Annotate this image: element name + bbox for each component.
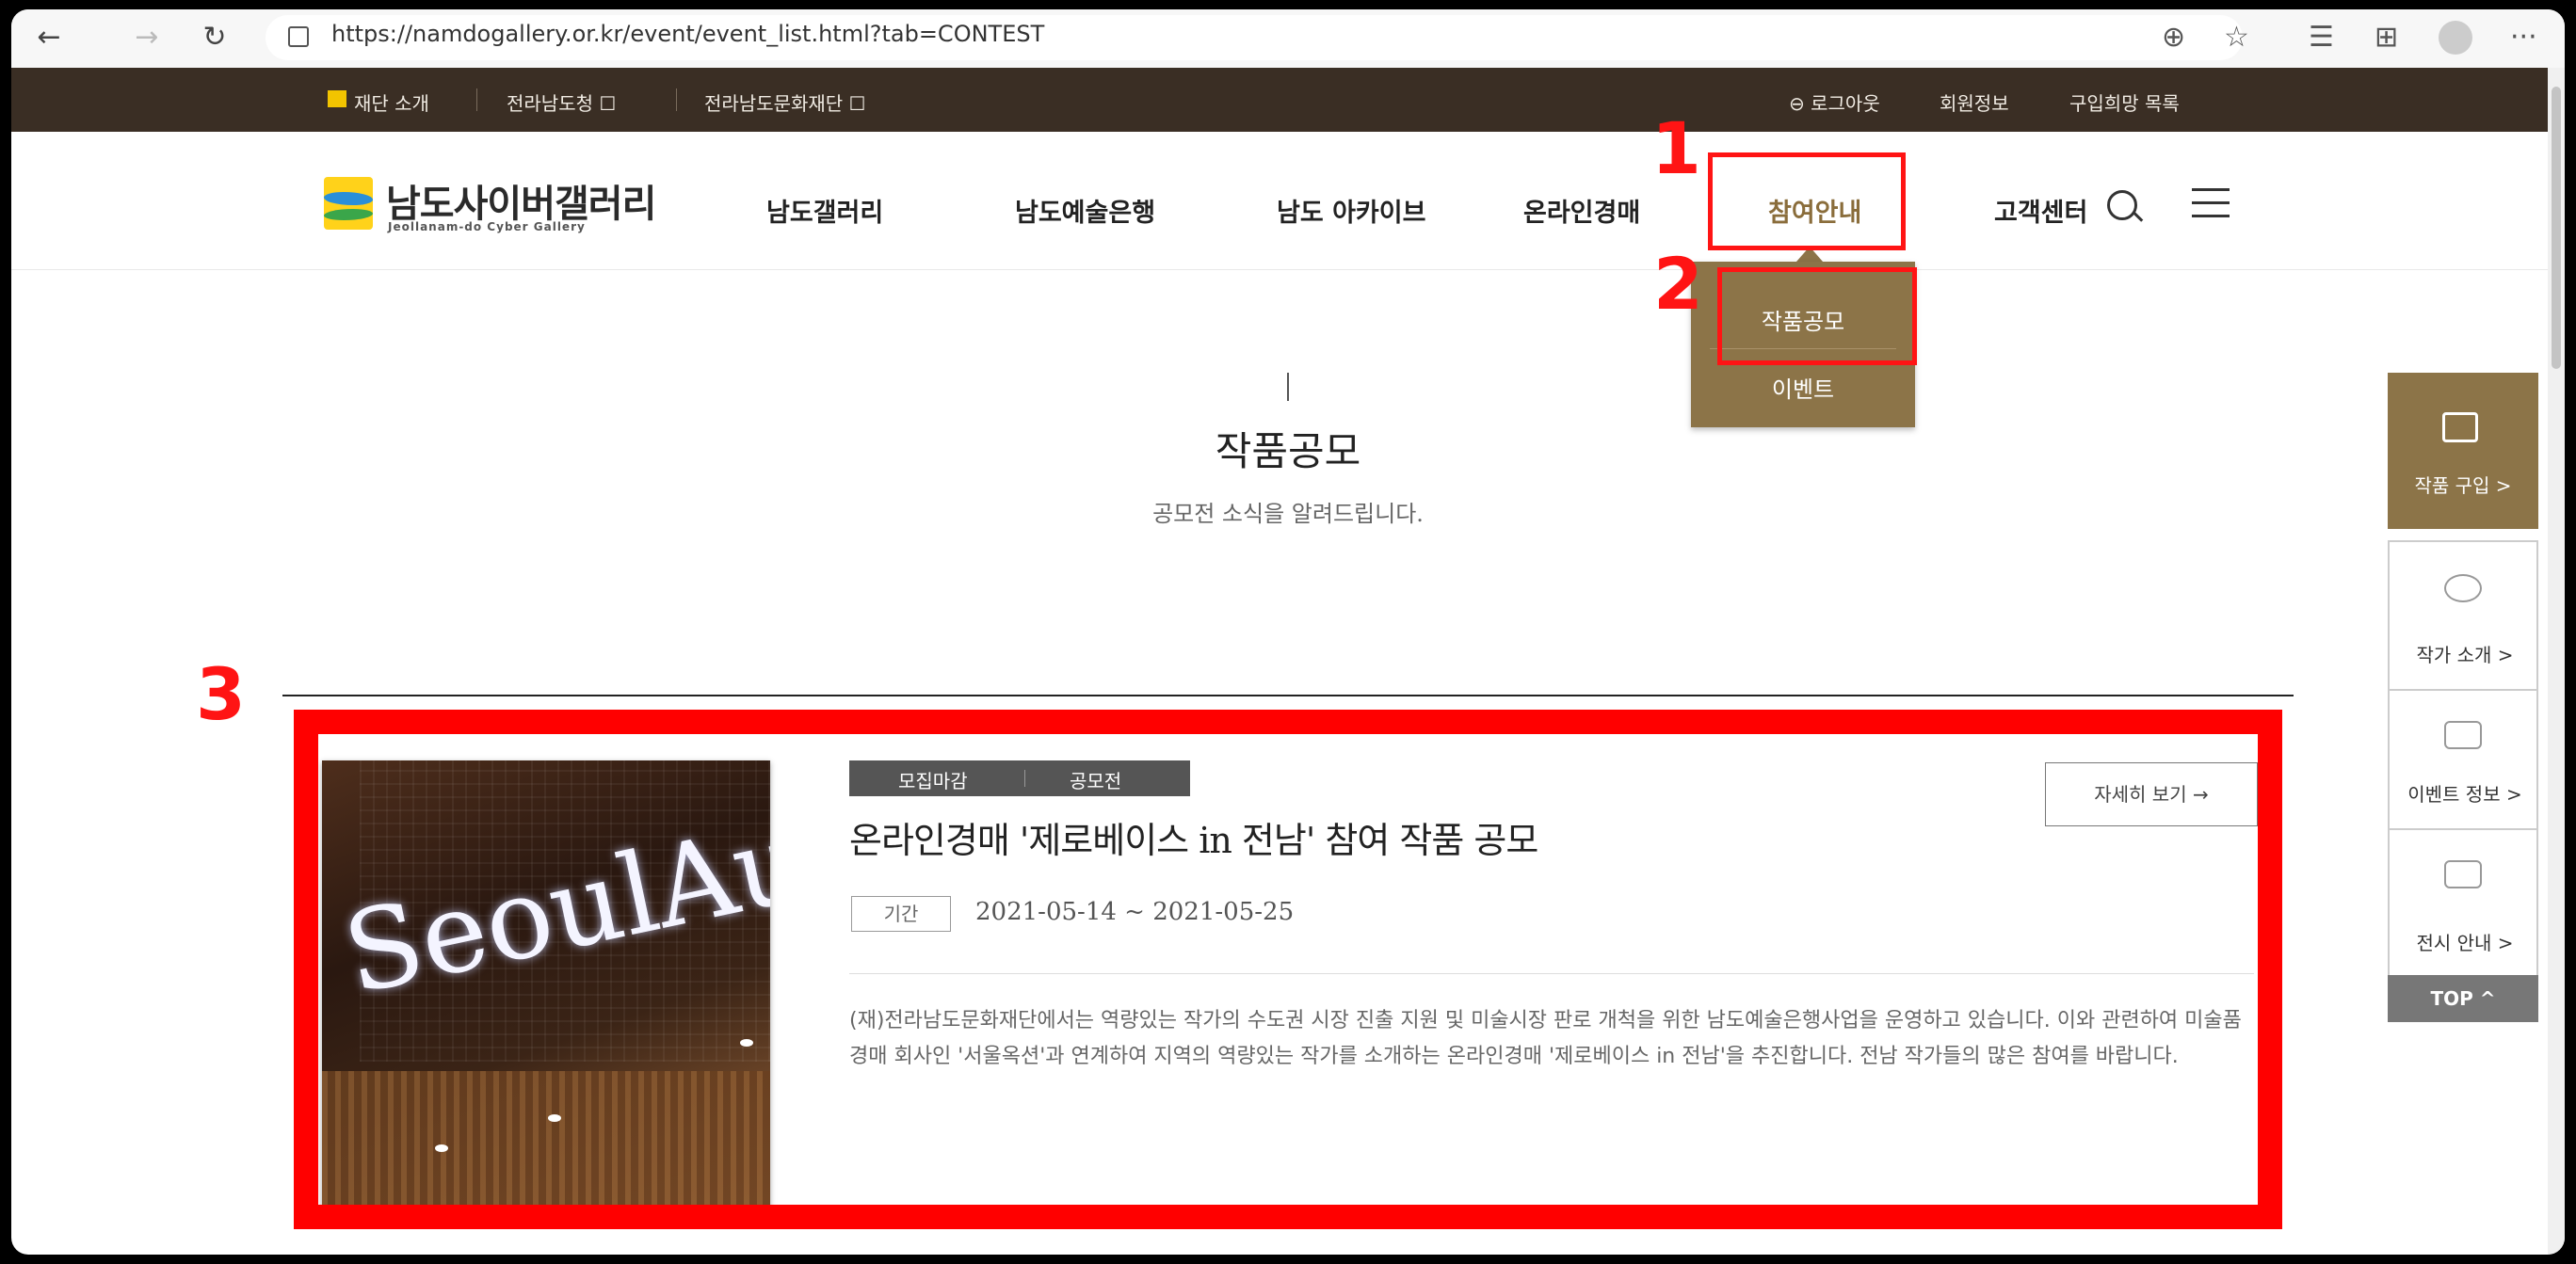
dropdown-item-event[interactable]: 이벤트: [1691, 371, 1915, 404]
nav-art-bank[interactable]: 남도예술은행: [1015, 192, 1155, 229]
member-info-link[interactable]: 회원정보: [1940, 88, 2009, 116]
screen: ← → ↻ https://namdogallery.or.kr/event/e…: [11, 9, 2565, 1255]
lock-icon: [288, 26, 309, 47]
annotation-box-2: [1717, 267, 1917, 365]
quick-buy-artwork[interactable]: 작품 구입 >: [2388, 373, 2538, 529]
megaphone-icon: [2444, 721, 2482, 749]
favorite-star-icon[interactable]: ☆: [2224, 21, 2249, 55]
nav-online-auction[interactable]: 온라인경매: [1523, 192, 1640, 229]
utility-bar: 재단 소개 전라남도청 ☐ 전라남도문화재단 ☐ ⊖ 로그아웃 회원정보 구입희…: [11, 68, 2565, 132]
page-scrollbar[interactable]: [2548, 68, 2565, 1255]
people-icon: [2444, 574, 2482, 602]
divider: [676, 88, 677, 111]
quick-event-info[interactable]: 이벤트 정보 >: [2388, 689, 2538, 830]
util-link-province[interactable]: 전라남도청 ☐: [507, 88, 616, 116]
more-icon[interactable]: ···: [2510, 21, 2537, 55]
back-icon[interactable]: ←: [30, 19, 68, 56]
logo-icon[interactable]: [324, 177, 373, 230]
util-link-foundation[interactable]: 재단 소개: [354, 88, 429, 116]
image-frame-icon: [2442, 412, 2478, 442]
favorites-icon[interactable]: ☰: [2309, 21, 2334, 55]
refresh-icon[interactable]: ↻: [196, 19, 233, 56]
hamburger-menu-icon[interactable]: [2192, 188, 2230, 220]
site-header: 남도사이버갤러리 Jeollanam-do Cyber Gallery 남도갤러…: [11, 132, 2565, 270]
exhibition-icon: [2444, 860, 2482, 888]
forward-icon[interactable]: →: [128, 19, 166, 56]
list-top-border: [282, 695, 2294, 696]
page-title: 작품공모: [1215, 428, 1361, 474]
logout-link[interactable]: ⊖ 로그아웃: [1789, 88, 1880, 116]
divider: [476, 88, 477, 111]
browser-toolbar: ← → ↻ https://namdogallery.or.kr/event/e…: [11, 9, 2565, 69]
wishlist-link[interactable]: 구입희망 목록: [2069, 88, 2180, 116]
quick-exhibition-info[interactable]: 전시 안내 >: [2388, 828, 2538, 979]
foundation-logo-icon: [328, 90, 346, 107]
scroll-top-button[interactable]: TOP ^: [2388, 975, 2538, 1022]
collections-icon[interactable]: ⊞: [2375, 21, 2398, 55]
quick-artist-intro[interactable]: 작가 소개 >: [2388, 540, 2538, 691]
annotation-number-1: 1: [1651, 106, 1701, 190]
annotation-box-1: [1708, 152, 1906, 250]
nav-namdo-gallery[interactable]: 남도갤러리: [766, 192, 883, 229]
url-text[interactable]: https://namdogallery.or.kr/event/event_l…: [331, 21, 1044, 47]
title-decoration: [1287, 373, 1289, 401]
nav-archive[interactable]: 남도 아카이브: [1277, 192, 1425, 229]
logo-subtitle: Jeollanam-do Cyber Gallery: [388, 220, 586, 233]
profile-avatar[interactable]: [2439, 21, 2472, 55]
annotation-number-3: 3: [196, 652, 246, 736]
util-link-culture-foundation[interactable]: 전라남도문화재단 ☐: [704, 88, 866, 116]
annotation-box-3: [294, 710, 2282, 1229]
zoom-icon[interactable]: ⊕: [2162, 21, 2185, 55]
search-icon[interactable]: [2107, 190, 2137, 220]
annotation-number-2: 2: [1653, 242, 1703, 326]
page-subtitle: 공모전 소식을 알려드립니다.: [1152, 501, 1424, 527]
nav-customer-center[interactable]: 고객센터: [1994, 192, 2087, 229]
